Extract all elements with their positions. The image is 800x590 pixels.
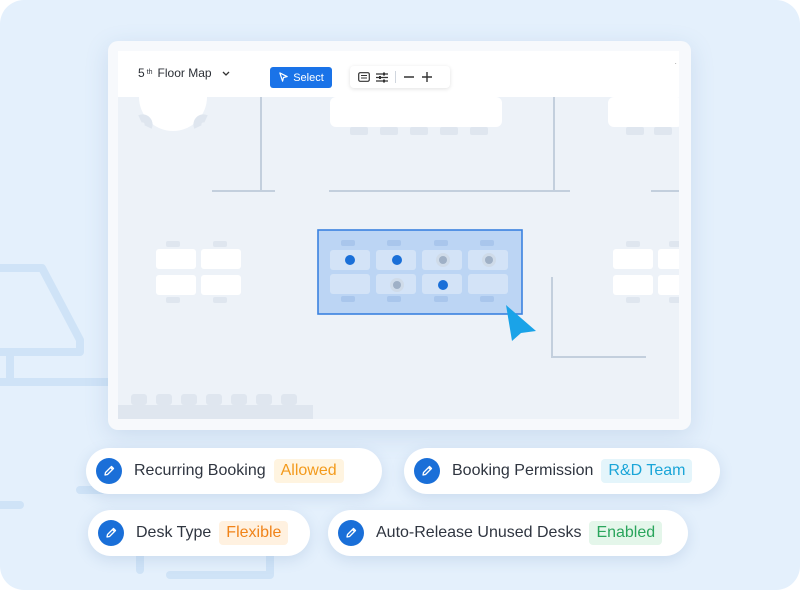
- status-badge: Flexible: [219, 521, 289, 545]
- keyboard-icon[interactable]: [355, 68, 373, 86]
- select-button-label: Select: [293, 71, 324, 84]
- chip-auto-release: Auto-Release Unused Desks Enabled: [328, 510, 688, 556]
- status-badge: Allowed: [273, 459, 344, 483]
- pencil-icon[interactable]: [414, 458, 440, 484]
- chip-label: Booking Permission: [452, 462, 594, 479]
- plus-icon[interactable]: [418, 68, 436, 86]
- conference-table: [330, 97, 502, 135]
- desk-marker-selected: [345, 255, 355, 265]
- minus-icon[interactable]: [400, 68, 418, 86]
- cursor-icon: [279, 72, 288, 82]
- pencil-icon[interactable]: [338, 520, 364, 546]
- floor-number: 5: [138, 66, 145, 80]
- toolbar: 5th Floor Map Select ·: [118, 51, 679, 98]
- floor-title-text: Floor Map: [157, 66, 212, 80]
- chip-desk-type: Desk Type Flexible: [88, 510, 310, 556]
- status-badge: R&D Team: [601, 459, 693, 483]
- chip-recurring-booking: Recurring Booking Allowed: [86, 448, 382, 494]
- desk-marker-selected: [392, 255, 402, 265]
- floor-selector[interactable]: 5th Floor Map: [138, 66, 231, 80]
- chip-label: Auto-Release Unused Desks: [376, 524, 582, 541]
- pencil-icon[interactable]: [96, 458, 122, 484]
- floor-map-window: 5th Floor Map Select ·: [108, 41, 691, 430]
- toolbar-divider: [395, 71, 396, 83]
- desk-marker-selected: [438, 280, 448, 290]
- desk-selection[interactable]: [317, 229, 523, 315]
- map-tools: [350, 66, 450, 88]
- sliders-icon[interactable]: [373, 68, 391, 86]
- window-edge-mark: ·: [674, 59, 677, 68]
- select-button[interactable]: Select: [270, 67, 332, 88]
- chip-label: Recurring Booking: [134, 462, 266, 479]
- stage: 5th Floor Map Select · Recurring Booking…: [0, 0, 800, 590]
- floor-number-suffix: th: [146, 68, 153, 76]
- pencil-icon[interactable]: [98, 520, 124, 546]
- round-table: [138, 97, 208, 131]
- floor-plan[interactable]: [118, 97, 679, 419]
- status-badge: Enabled: [589, 521, 663, 545]
- chip-label: Desk Type: [136, 524, 212, 541]
- chip-booking-permission: Booking Permission R&D Team: [404, 448, 720, 494]
- chevron-down-icon: [222, 71, 230, 76]
